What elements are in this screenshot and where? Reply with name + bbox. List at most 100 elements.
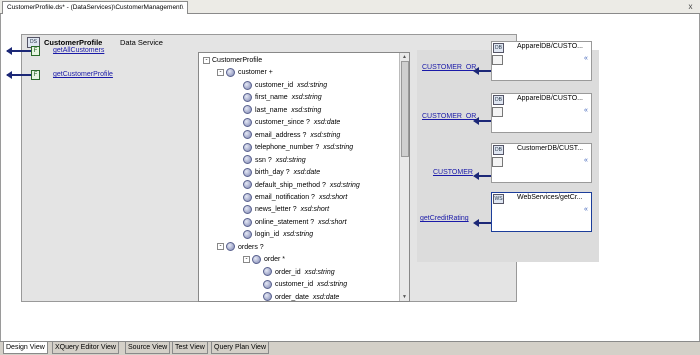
chevron-up-icon[interactable]: «	[584, 206, 588, 213]
element-node-icon	[243, 93, 252, 102]
tree-row[interactable]: - orders ?	[217, 242, 264, 254]
tree-row[interactable]: - order *	[243, 254, 285, 266]
tree-row[interactable]: ssn ? xsd:string	[243, 155, 306, 167]
scroll-thumb[interactable]	[401, 61, 409, 157]
design-canvas: DS CustomerProfile Data Service - Custome…	[0, 14, 700, 341]
arrow-left-icon	[473, 172, 479, 180]
source-box-appareldb-2[interactable]: DB ApparelDB/CUSTO... «	[491, 93, 592, 133]
element-node-icon	[263, 267, 272, 277]
tree-row-type: xsd:date	[293, 169, 321, 177]
chevron-up-icon[interactable]: «	[584, 55, 588, 62]
database-icon: DB	[493, 145, 504, 155]
arrow-left-icon	[473, 67, 479, 75]
arrow-left-icon	[473, 117, 479, 125]
tree-row-label: news_letter ?	[255, 206, 297, 214]
tree-row-type: xsd:string	[275, 156, 306, 164]
element-node-icon	[243, 229, 252, 239]
tree-row[interactable]: - CustomerProfile	[203, 55, 262, 67]
editor-tab-bar: CustomerProfile.ds* - (DataServices)\Cus…	[0, 0, 700, 14]
source-box-header: DB ApparelDB/CUSTO...	[492, 94, 591, 106]
tab-source-view[interactable]: Source View	[125, 342, 171, 354]
tree-row-type: xsd:string	[323, 144, 354, 152]
scroll-down-icon[interactable]: ▼	[400, 293, 409, 301]
source-box-header: WS WebServices/getCr...	[492, 193, 591, 205]
chevron-up-icon[interactable]: «	[584, 107, 588, 114]
tab-query-plan-view[interactable]: Query Plan View	[211, 342, 270, 354]
tree-row[interactable]: login_id xsd:string	[243, 229, 313, 241]
tree-row[interactable]: customer_id xsd:string	[263, 279, 347, 291]
element-node-icon	[243, 142, 252, 152]
tree-row[interactable]: first_name xsd:string	[243, 92, 322, 104]
editor-tab[interactable]: CustomerProfile.ds* - (DataServices)\Cus…	[2, 1, 189, 14]
element-node-icon	[243, 80, 252, 90]
tree-row-label: order_date	[275, 293, 309, 301]
tree-row[interactable]: last_name xsd:string	[243, 105, 321, 117]
tree-row[interactable]: online_statement ? xsd:short	[243, 217, 347, 229]
tree-row[interactable]: email_address ? xsd:string	[243, 130, 340, 142]
source-box-appareldb-1[interactable]: DB ApparelDB/CUSTO... «	[491, 41, 592, 81]
tab-xquery-editor-view[interactable]: XQuery Editor View	[52, 342, 119, 354]
function-getCustomerProfile[interactable]: F getCustomerProfile	[6, 69, 147, 81]
close-icon[interactable]: x	[685, 2, 696, 12]
function-icon: F	[31, 46, 40, 56]
arrow-left-icon	[6, 71, 12, 79]
tree-row-label: customer_id	[255, 81, 294, 89]
database-icon: DB	[493, 95, 504, 105]
source-link-customer-or-2[interactable]: CUSTOMER_OR	[422, 113, 476, 120]
source-link-getCreditRating[interactable]: getCreditRating	[420, 215, 469, 222]
return-type-tree[interactable]: - CustomerProfile - customer + customer_id xs…	[198, 52, 410, 302]
tree-row-label: order *	[264, 256, 286, 264]
tree-row[interactable]: - customer +	[217, 67, 273, 79]
source-box-customerdb[interactable]: DB CustomerDB/CUST... «	[491, 143, 592, 183]
tree-row-type: xsd:string	[291, 94, 322, 102]
tree-row-label: ssn ?	[255, 156, 272, 164]
element-node-icon	[243, 105, 252, 115]
tree-row[interactable]: customer_since ? xsd:date	[243, 117, 340, 129]
scroll-up-icon[interactable]: ▲	[400, 53, 409, 61]
tree-row-type: xsd:date	[313, 119, 341, 127]
tree-row-label: last_name	[255, 106, 288, 114]
tree-row[interactable]: default_ship_method ? xsd:string	[243, 180, 360, 192]
function-label[interactable]: getCustomerProfile	[53, 71, 113, 78]
function-getAllCustomers[interactable]: F getAllCustomers	[6, 45, 127, 57]
source-link-customer[interactable]: CUSTOMER	[433, 169, 473, 176]
tree-row[interactable]: birth_day ? xsd:date	[243, 167, 320, 179]
tree-row-label: orders ?	[238, 243, 264, 251]
tree-row-label: login_id	[255, 231, 280, 239]
tree-row-type: xsd:string	[291, 106, 322, 114]
tree-row-type: xsd:string	[283, 231, 314, 239]
tree-row-label: customer +	[238, 69, 273, 77]
table-icon	[492, 107, 503, 117]
collapse-toggle-icon[interactable]: -	[217, 69, 224, 77]
tree-row[interactable]: email_notification ? xsd:short	[243, 192, 347, 204]
tree-row[interactable]: news_letter ? xsd:short	[243, 204, 329, 216]
view-tab-bar: Design View XQuery Editor View Source Vi…	[0, 341, 700, 355]
chevron-up-icon[interactable]: «	[584, 157, 588, 164]
tree-scrollbar[interactable]: ▲ ▼	[399, 53, 409, 301]
element-node-icon	[243, 180, 252, 190]
database-icon: DB	[493, 43, 504, 53]
collapse-toggle-icon[interactable]: -	[203, 56, 210, 64]
tree-row-label: birth_day ?	[255, 169, 290, 177]
tab-test-view[interactable]: Test View	[172, 342, 208, 354]
tree-row[interactable]: order_date xsd:date	[263, 292, 339, 301]
tree-row-label: customer_since ?	[255, 119, 310, 127]
element-node-icon	[263, 292, 272, 301]
tree-row[interactable]: customer_id xsd:string	[243, 80, 327, 92]
function-label[interactable]: getAllCustomers	[53, 47, 104, 54]
collapse-toggle-icon[interactable]: -	[243, 255, 250, 263]
tree-row[interactable]: telephone_number ? xsd:string	[243, 142, 353, 154]
element-node-icon	[243, 217, 252, 227]
source-box-webservice[interactable]: WS WebServices/getCr... «	[491, 192, 592, 232]
source-link-customer-or-1[interactable]: CUSTOMER_OR	[422, 64, 476, 71]
arrow-left-icon	[6, 47, 12, 55]
collapse-toggle-icon[interactable]: -	[217, 243, 224, 251]
element-node-icon	[252, 254, 261, 264]
tab-design-view[interactable]: Design View	[3, 342, 48, 354]
element-node-icon	[226, 242, 235, 252]
source-box-title: ApparelDB/CUSTO...	[517, 43, 584, 50]
tree-row-type: xsd:short	[300, 206, 330, 214]
tree-row[interactable]: order_id xsd:string	[263, 267, 335, 279]
source-box-title: CustomerDB/CUST...	[517, 145, 584, 152]
function-icon: F	[31, 70, 40, 80]
